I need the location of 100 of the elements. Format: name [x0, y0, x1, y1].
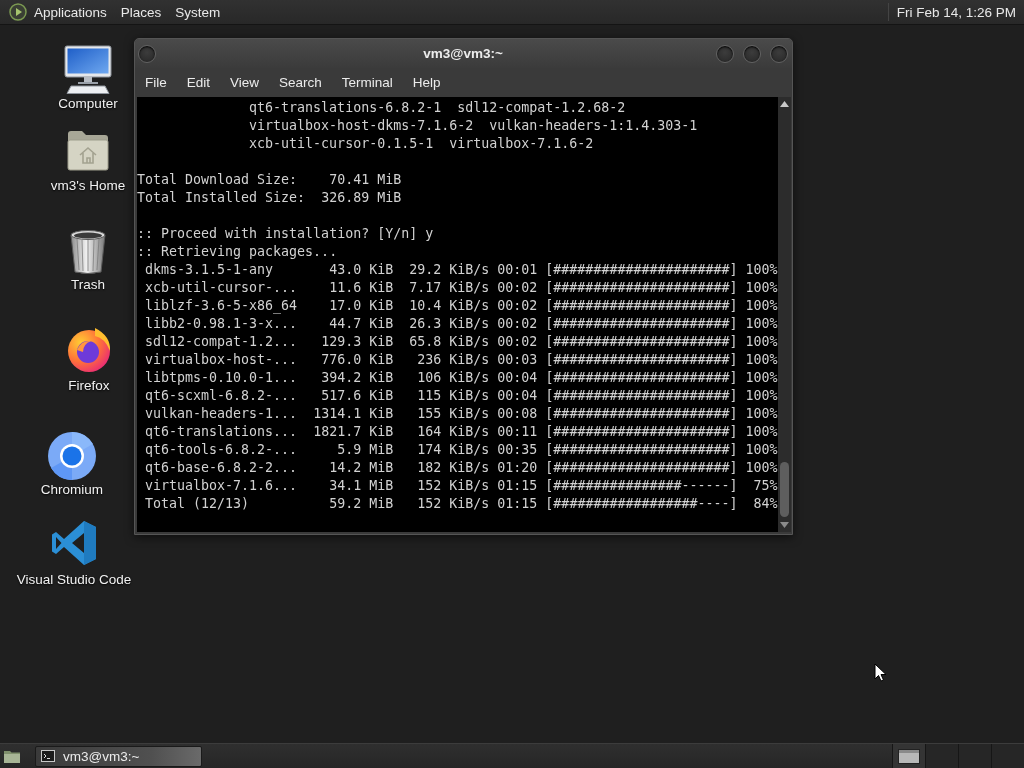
percent-complete: 100%: [745, 280, 778, 295]
desktop-icon-label[interactable]: vm3's Home: [50, 178, 126, 194]
transfer-rate: 26.3 KiB/s: [409, 316, 490, 331]
panel-menu[interactable]: System: [168, 0, 228, 24]
workspace-button[interactable]: [892, 744, 925, 768]
install-prompt: :: Proceed with installation? [Y/n]: [137, 226, 418, 241]
elapsed-time: 01:15: [497, 496, 538, 511]
scrollbar[interactable]: [778, 97, 791, 532]
percent-complete: 100%: [745, 460, 778, 475]
download-size: 1314.1 KiB: [313, 406, 394, 421]
menu-item[interactable]: View: [222, 70, 268, 95]
progress-bar-text: [######################]: [545, 370, 738, 385]
transfer-rate: 115 KiB/s: [417, 388, 490, 403]
transfer-rate: 155 KiB/s: [417, 406, 490, 421]
menu-item[interactable]: Search: [271, 70, 330, 95]
elapsed-time: 00:08: [497, 406, 538, 421]
elapsed-time: 00:02: [497, 316, 538, 331]
total-label: Total (12/13): [145, 496, 250, 511]
transfer-rate: 174 KiB/s: [417, 442, 490, 457]
progress-bar-text: [######################]: [545, 442, 738, 457]
desktop-icon-label[interactable]: Visual Studio Code: [16, 572, 132, 588]
package-name: qt6-tools-6.8.2-...: [145, 442, 298, 457]
elapsed-time: 00:11: [497, 424, 538, 439]
download-size: 34.1 MiB: [329, 478, 394, 493]
scrollbar-thumb[interactable]: [780, 462, 789, 517]
download-size: 11.6 KiB: [329, 280, 394, 295]
maximize-button[interactable]: [743, 44, 761, 63]
package-name: qt6-translations...: [145, 424, 298, 439]
percent-complete: 84%: [753, 496, 778, 511]
ring-icon[interactable]: [47, 431, 97, 481]
transfer-rate: 182 KiB/s: [417, 460, 490, 475]
package-name: sdl12-compat-1.2...: [145, 334, 298, 349]
size-value: 70.41 MiB: [329, 172, 402, 187]
download-size: 43.0 KiB: [329, 262, 394, 277]
elapsed-time: 01:20: [497, 460, 538, 475]
monitor-icon[interactable]: [64, 45, 112, 95]
package-name: sdl12-compat-1.2.68-2: [457, 100, 626, 115]
taskbar-button[interactable]: vm3@vm3:~: [35, 745, 202, 767]
percent-complete: 100%: [745, 424, 778, 439]
package-name: vulkan-headers-1...: [145, 406, 298, 421]
elapsed-time: 00:03: [497, 352, 538, 367]
desktop-icon-label[interactable]: Chromium: [40, 482, 104, 498]
percent-complete: 75%: [753, 478, 778, 493]
package-name: liblzf-3.6-5-x86_64: [145, 298, 298, 313]
package-name: qt6-translations-6.8.2-1: [249, 100, 442, 115]
download-size: 1821.7 KiB: [313, 424, 394, 439]
ribbon-icon[interactable]: [51, 520, 97, 566]
close-button[interactable]: [770, 44, 788, 63]
terminal-icon: [41, 750, 55, 762]
download-size: 59.2 MiB: [329, 496, 394, 511]
package-name: qt6-scxml-6.8.2-...: [145, 388, 298, 403]
desktop-icon-label[interactable]: Trash: [71, 277, 105, 293]
scroll-up-arrow-icon[interactable]: [780, 101, 789, 107]
download-size: 394.2 KiB: [321, 370, 394, 385]
progress-bar-text: [######################]: [545, 316, 738, 331]
minimize-button[interactable]: [716, 44, 734, 63]
menu-item[interactable]: Edit: [178, 70, 219, 95]
download-size: 44.7 KiB: [329, 316, 394, 331]
transfer-rate: 10.4 KiB/s: [409, 298, 490, 313]
elapsed-time: 00:02: [497, 280, 538, 295]
size-label: Total Download Size:: [137, 172, 298, 187]
desktop-icon-label[interactable]: Computer: [58, 96, 118, 112]
elapsed-time: 00:04: [497, 388, 538, 403]
desktop-icon-label[interactable]: Firefox: [68, 378, 110, 394]
package-name: dkms-3.1.5-1-any: [145, 262, 274, 277]
progress-bar-text: [######################]: [545, 406, 738, 421]
elapsed-time: 00:02: [497, 298, 538, 313]
percent-complete: 100%: [745, 262, 778, 277]
panel-menu[interactable]: Applications: [27, 0, 114, 24]
package-name: xcb-util-cursor-...: [145, 280, 298, 295]
download-size: 14.2 MiB: [329, 460, 394, 475]
progress-bar-text: [##################----]: [545, 496, 738, 511]
size-value: 326.89 MiB: [321, 190, 402, 205]
elapsed-time: 00:35: [497, 442, 538, 457]
download-size: 129.3 KiB: [321, 334, 394, 349]
status-message: :: Retrieving packages...: [137, 243, 339, 261]
percent-complete: 100%: [745, 370, 778, 385]
scroll-down-arrow-icon[interactable]: [780, 522, 789, 528]
trash-icon[interactable]: [68, 229, 108, 275]
progress-bar-text: [######################]: [545, 352, 738, 367]
menu-item[interactable]: File: [137, 70, 175, 95]
progress-bar-text: [######################]: [545, 388, 738, 403]
package-name: virtualbox-host-dkms-7.1.6-2: [249, 118, 474, 133]
clock[interactable]: Fri Feb 14, 1:26 PM: [896, 4, 1024, 20]
transfer-rate: 106 KiB/s: [417, 370, 490, 385]
percent-complete: 100%: [745, 334, 778, 349]
flame-globe-icon[interactable]: [65, 326, 113, 374]
home-folder-icon[interactable]: [66, 128, 110, 172]
window-title: vm3@vm3:~: [423, 46, 503, 61]
percent-complete: 100%: [745, 442, 778, 457]
menu-item[interactable]: Terminal: [333, 70, 401, 95]
menu-item[interactable]: Help: [404, 70, 449, 95]
play-circle-icon[interactable]: [9, 3, 27, 21]
progress-bar-text: [################------]: [545, 478, 738, 493]
percent-complete: 100%: [745, 316, 778, 331]
package-name: virtualbox-host-...: [145, 352, 298, 367]
window-menu-button[interactable]: [138, 44, 156, 63]
transfer-rate: 7.17 KiB/s: [409, 280, 490, 295]
transfer-rate: 65.8 KiB/s: [409, 334, 490, 349]
panel-menu[interactable]: Places: [113, 0, 169, 24]
